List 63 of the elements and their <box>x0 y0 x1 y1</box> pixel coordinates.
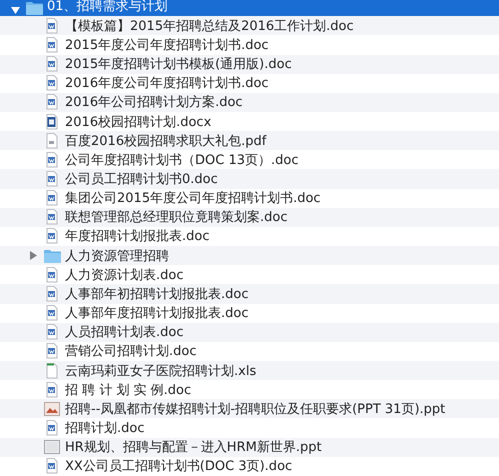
file-name: 2015年度公司年度招聘计划书.doc <box>65 36 269 54</box>
file-name: 人力资源管理招聘 <box>65 248 169 265</box>
file-row[interactable]: 2015年度招聘计划书模板(通用版).doc <box>0 54 499 74</box>
file-name: 人事部年度招聘计划报批表.doc <box>65 305 248 322</box>
file-name: 年度招聘计划报批表.doc <box>65 228 210 246</box>
document-icon <box>46 458 58 474</box>
file-row[interactable]: 人事部年初招聘计划报批表.doc <box>0 284 499 304</box>
document-icon <box>46 420 58 436</box>
slide-icon <box>44 402 60 416</box>
file-name: 人员招聘计划表.doc <box>65 324 184 342</box>
file-row[interactable]: 招聘--凤凰都市传媒招聘计划-招聘职位及任职要求(PPT 31页).ppt <box>0 399 499 418</box>
file-name: 2016年公司招聘计划方案.doc <box>65 94 243 112</box>
document-icon <box>46 324 58 340</box>
file-row[interactable]: 人力资源管理招聘 <box>0 246 499 266</box>
document-icon <box>46 305 58 322</box>
file-row[interactable]: 云南玛莉亚女子医院招聘计划.xls <box>0 361 499 380</box>
file-name: 招聘--凤凰都市传媒招聘计划-招聘职位及任职要求(PPT 31页).ppt <box>65 400 446 418</box>
document-icon <box>46 56 58 72</box>
file-name: HR规划、招聘与配置－进入HRM新世界.ppt <box>65 439 322 456</box>
file-row[interactable]: 联想管理部总经理职位竟聘策划案.doc <box>0 208 499 227</box>
document-icon <box>46 36 58 53</box>
file-name: 营销公司招聘计划.doc <box>65 343 196 360</box>
document-icon <box>46 228 58 244</box>
document-icon <box>46 382 58 398</box>
file-name: 招聘计划.doc <box>65 420 144 438</box>
file-name: 联想管理部总经理职位竟聘策划案.doc <box>65 209 288 226</box>
document-icon <box>46 209 58 226</box>
file-name: 2016校园招聘计划.docx <box>65 114 212 131</box>
file-row[interactable]: 公司员工招聘计划书0.doc <box>0 169 499 189</box>
spreadsheet-icon <box>46 362 58 379</box>
document-icon <box>46 114 58 130</box>
file-name: XX公司员工招聘计划书(DOC 3页).doc <box>65 458 292 476</box>
file-name: 百度2016校园招聘求职大礼包.pdf <box>65 132 266 150</box>
file-row[interactable]: 2016年公司招聘计划方案.doc <box>0 92 499 112</box>
file-name: 招 聘 计 划 实 例.doc <box>65 382 192 399</box>
document-icon <box>46 190 58 206</box>
slide-icon <box>44 440 60 454</box>
file-name: 公司员工招聘计划书0.doc <box>65 171 218 188</box>
document-icon <box>46 343 58 360</box>
document-icon <box>46 286 58 302</box>
document-icon <box>46 152 58 168</box>
file-name: 人事部年初招聘计划报批表.doc <box>65 286 248 303</box>
file-row[interactable]: 【模板篇】2015年招聘总结及2016工作计划.doc <box>0 16 499 36</box>
file-row[interactable]: 百度2016校园招聘求职大礼包.pdf <box>0 131 499 150</box>
file-name: 云南玛莉亚女子医院招聘计划.xls <box>65 362 256 380</box>
folder-icon <box>26 1 42 16</box>
document-icon <box>46 266 58 283</box>
disclosure-triangle-icon[interactable] <box>10 6 20 16</box>
document-icon <box>46 171 58 188</box>
document-icon <box>46 75 58 92</box>
file-name: 人力资源计划表.doc <box>65 266 184 284</box>
disclosure-triangle-icon[interactable] <box>28 251 38 260</box>
document-icon <box>46 132 58 149</box>
file-row[interactable]: 人员招聘计划表.doc <box>0 322 499 342</box>
file-name: 集团公司2015年度公司年度招聘计划书.doc <box>65 190 321 208</box>
document-icon <box>46 94 58 110</box>
file-name: 2015年度招聘计划书模板(通用版).doc <box>65 56 292 74</box>
file-name: 公司年度招聘计划书（DOC 13页）.doc <box>65 152 298 169</box>
folder-icon <box>44 248 60 263</box>
file-name: 2016年度公司年度招聘计划书.doc <box>65 75 269 92</box>
document-icon <box>46 18 58 34</box>
file-name: 【模板篇】2015年招聘总结及2016工作计划.doc <box>65 18 354 35</box>
file-row[interactable]: HR规划、招聘与配置－进入HRM新世界.ppt <box>0 438 499 457</box>
